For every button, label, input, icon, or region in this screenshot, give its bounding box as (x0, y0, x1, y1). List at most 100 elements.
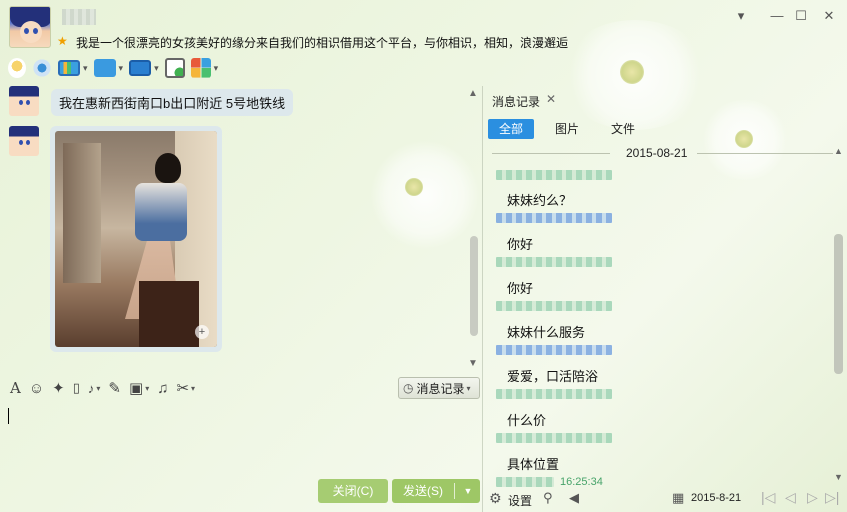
chat-add-icon (164, 58, 185, 78)
clock-icon: ◷ (403, 381, 414, 395)
record-meta-blurred (496, 170, 612, 180)
panel-divider[interactable] (482, 86, 483, 512)
edit-button[interactable]: ✎ (108, 379, 121, 397)
history-current-date[interactable]: 2015-8-21 (691, 492, 741, 504)
history-panel-title: 消息记录 (492, 95, 541, 109)
record-meta-blurred (496, 257, 612, 267)
calendar-icon[interactable]: ▦ (672, 490, 684, 506)
chat-scrollbar-thumb[interactable] (470, 236, 478, 336)
history-record-text[interactable]: 具体位置 (507, 454, 559, 473)
screen-share-icon (58, 60, 80, 76)
monitor-icon (129, 60, 152, 76)
send-button[interactable]: 发送(S) ▼ (392, 479, 480, 503)
header: ★ 我是一个很漂亮的女孩美好的缘分来自我们的相识借用这个平台，与你相识，相知，浪… (0, 0, 847, 86)
contact-avatar[interactable] (9, 6, 51, 48)
history-footer: ⚙ 设置 ⚲ ◀ ▦ 2015-8-21 |◁ ◁ ▷ ▷| (483, 486, 847, 512)
history-scroll-up-arrow[interactable]: ▲ (834, 146, 843, 156)
history-record-text[interactable]: 爱爱，口活陪浴 (507, 366, 598, 385)
history-date-separator: 2015-08-21 (626, 146, 688, 160)
star-icon: ★ (57, 34, 68, 48)
contact-nickname-blurred[interactable] (62, 9, 96, 25)
tab-files[interactable]: 文件 (600, 119, 646, 139)
new-group-chat-button[interactable] (164, 57, 185, 79)
tab-all[interactable]: 全部 (488, 119, 535, 139)
history-record-text[interactable]: 妹妹什么服务 (507, 322, 585, 341)
zoom-icon[interactable]: + (195, 325, 209, 339)
message-bubble-image[interactable]: + (50, 126, 222, 352)
history-record-text[interactable]: 妹妹约么？ (507, 190, 572, 209)
send-image-button[interactable]: ▣ ▾ (129, 379, 149, 397)
record-meta-blurred (496, 301, 612, 311)
contact-signature: 我是一个很漂亮的女孩美好的缘分来自我们的相识借用这个平台，与你相识，相知，浪漫邂… (76, 36, 569, 50)
history-panel-close-icon[interactable]: ✕ (546, 92, 556, 106)
file-transfer-button[interactable]: ▾ (93, 57, 123, 79)
history-scrollbar-thumb[interactable] (834, 234, 843, 374)
message-bubble-text[interactable]: 我在惠新西街南口b出口附近 5号地铁线 (51, 89, 294, 116)
history-record-text[interactable]: 你好 (507, 234, 533, 253)
prev-page-button[interactable]: ◁ (785, 489, 796, 506)
history-scroll-down-arrow[interactable]: ▼ (834, 472, 843, 482)
emoji-button[interactable]: ☺ (29, 380, 44, 397)
close-button[interactable]: 关闭(C) (318, 479, 388, 503)
shared-photo[interactable]: + (55, 131, 217, 347)
sender-avatar[interactable] (9, 86, 39, 116)
remote-desktop-button[interactable]: ▾ (129, 57, 159, 79)
decor-flower-core (735, 130, 753, 148)
maximize-button[interactable]: ☐ (793, 8, 809, 24)
scissors-icon: ✂ (176, 380, 190, 397)
music-icon: ♫ (157, 379, 169, 397)
send-button-label: 发送(S) (403, 484, 443, 498)
webcam-icon (32, 58, 52, 78)
emoji-icon: ☺ (28, 379, 45, 397)
folder-arrow-icon (93, 59, 116, 77)
next-page-button[interactable]: ▷ (807, 489, 818, 506)
first-page-button[interactable]: |◁ (761, 489, 775, 506)
font-icon: A (10, 379, 21, 397)
search-icon[interactable]: ⚲ (543, 490, 553, 506)
toolbar: ▾ ▾ ▾ ▾ (8, 56, 224, 80)
image-icon: ▣ (129, 380, 144, 397)
send-options-dropdown[interactable]: ▼ (458, 479, 478, 503)
magic-wand-icon: ✦ (52, 380, 65, 397)
message-history-button[interactable]: ◷ 消息记录 ▾ (398, 377, 480, 399)
microphone-icon (8, 58, 26, 78)
settings-menu-button[interactable]: ▾ (733, 8, 749, 24)
voice-message-button[interactable]: ♪ ▾ (88, 381, 101, 396)
message-input[interactable] (0, 402, 482, 472)
chat-message-area[interactable]: 我在惠新西街南口b出口附近 5号地铁线 + ▲ ▼ (0, 86, 482, 370)
chat-window: ★ 我是一个很漂亮的女孩美好的缘分来自我们的相识借用这个平台，与你相识，相知，浪… (0, 0, 847, 512)
minimize-button[interactable]: — (769, 8, 785, 24)
music-button[interactable]: ♫ (157, 380, 168, 397)
magic-expression-button[interactable]: ✦ (52, 379, 65, 397)
apps-button[interactable]: ▾ (190, 57, 218, 79)
shake-button[interactable]: ▯ (73, 380, 80, 396)
edit-icon: ✎ (108, 380, 121, 397)
screen-share-button[interactable]: ▾ (58, 57, 88, 79)
shake-icon: ▯ (72, 380, 80, 395)
screenshot-button[interactable]: ✂ ▾ (176, 379, 195, 397)
close-window-button[interactable]: ✕ (821, 8, 837, 24)
history-tabs: 全部 图片 文件 (488, 119, 656, 139)
microphone-icon: ♪ (87, 380, 95, 396)
decor-flower (700, 100, 790, 180)
settings-label[interactable]: 设置 (508, 492, 532, 509)
tab-images[interactable]: 图片 (544, 119, 590, 139)
font-button[interactable]: A (10, 379, 21, 397)
chat-scroll-up-arrow[interactable]: ▲ (468, 88, 478, 99)
record-meta-blurred (496, 213, 612, 223)
record-meta-blurred (496, 433, 612, 443)
apps-grid-icon (190, 58, 211, 78)
chat-scroll-down-arrow[interactable]: ▼ (468, 358, 478, 369)
text-cursor (8, 408, 9, 424)
last-page-button[interactable]: ▷| (825, 489, 839, 506)
record-meta-blurred (496, 389, 612, 399)
voice-call-button[interactable] (8, 57, 26, 79)
gear-icon[interactable]: ⚙ (489, 490, 502, 507)
message-history-label: 消息记录 (416, 381, 465, 396)
video-call-button[interactable] (32, 57, 52, 79)
history-record-text[interactable]: 什么价 (507, 410, 546, 429)
chevron-down-icon: ▾ (466, 383, 471, 393)
speaker-icon[interactable]: ◀ (569, 490, 579, 506)
sender-avatar[interactable] (9, 126, 39, 156)
history-record-text[interactable]: 你好 (507, 278, 533, 297)
